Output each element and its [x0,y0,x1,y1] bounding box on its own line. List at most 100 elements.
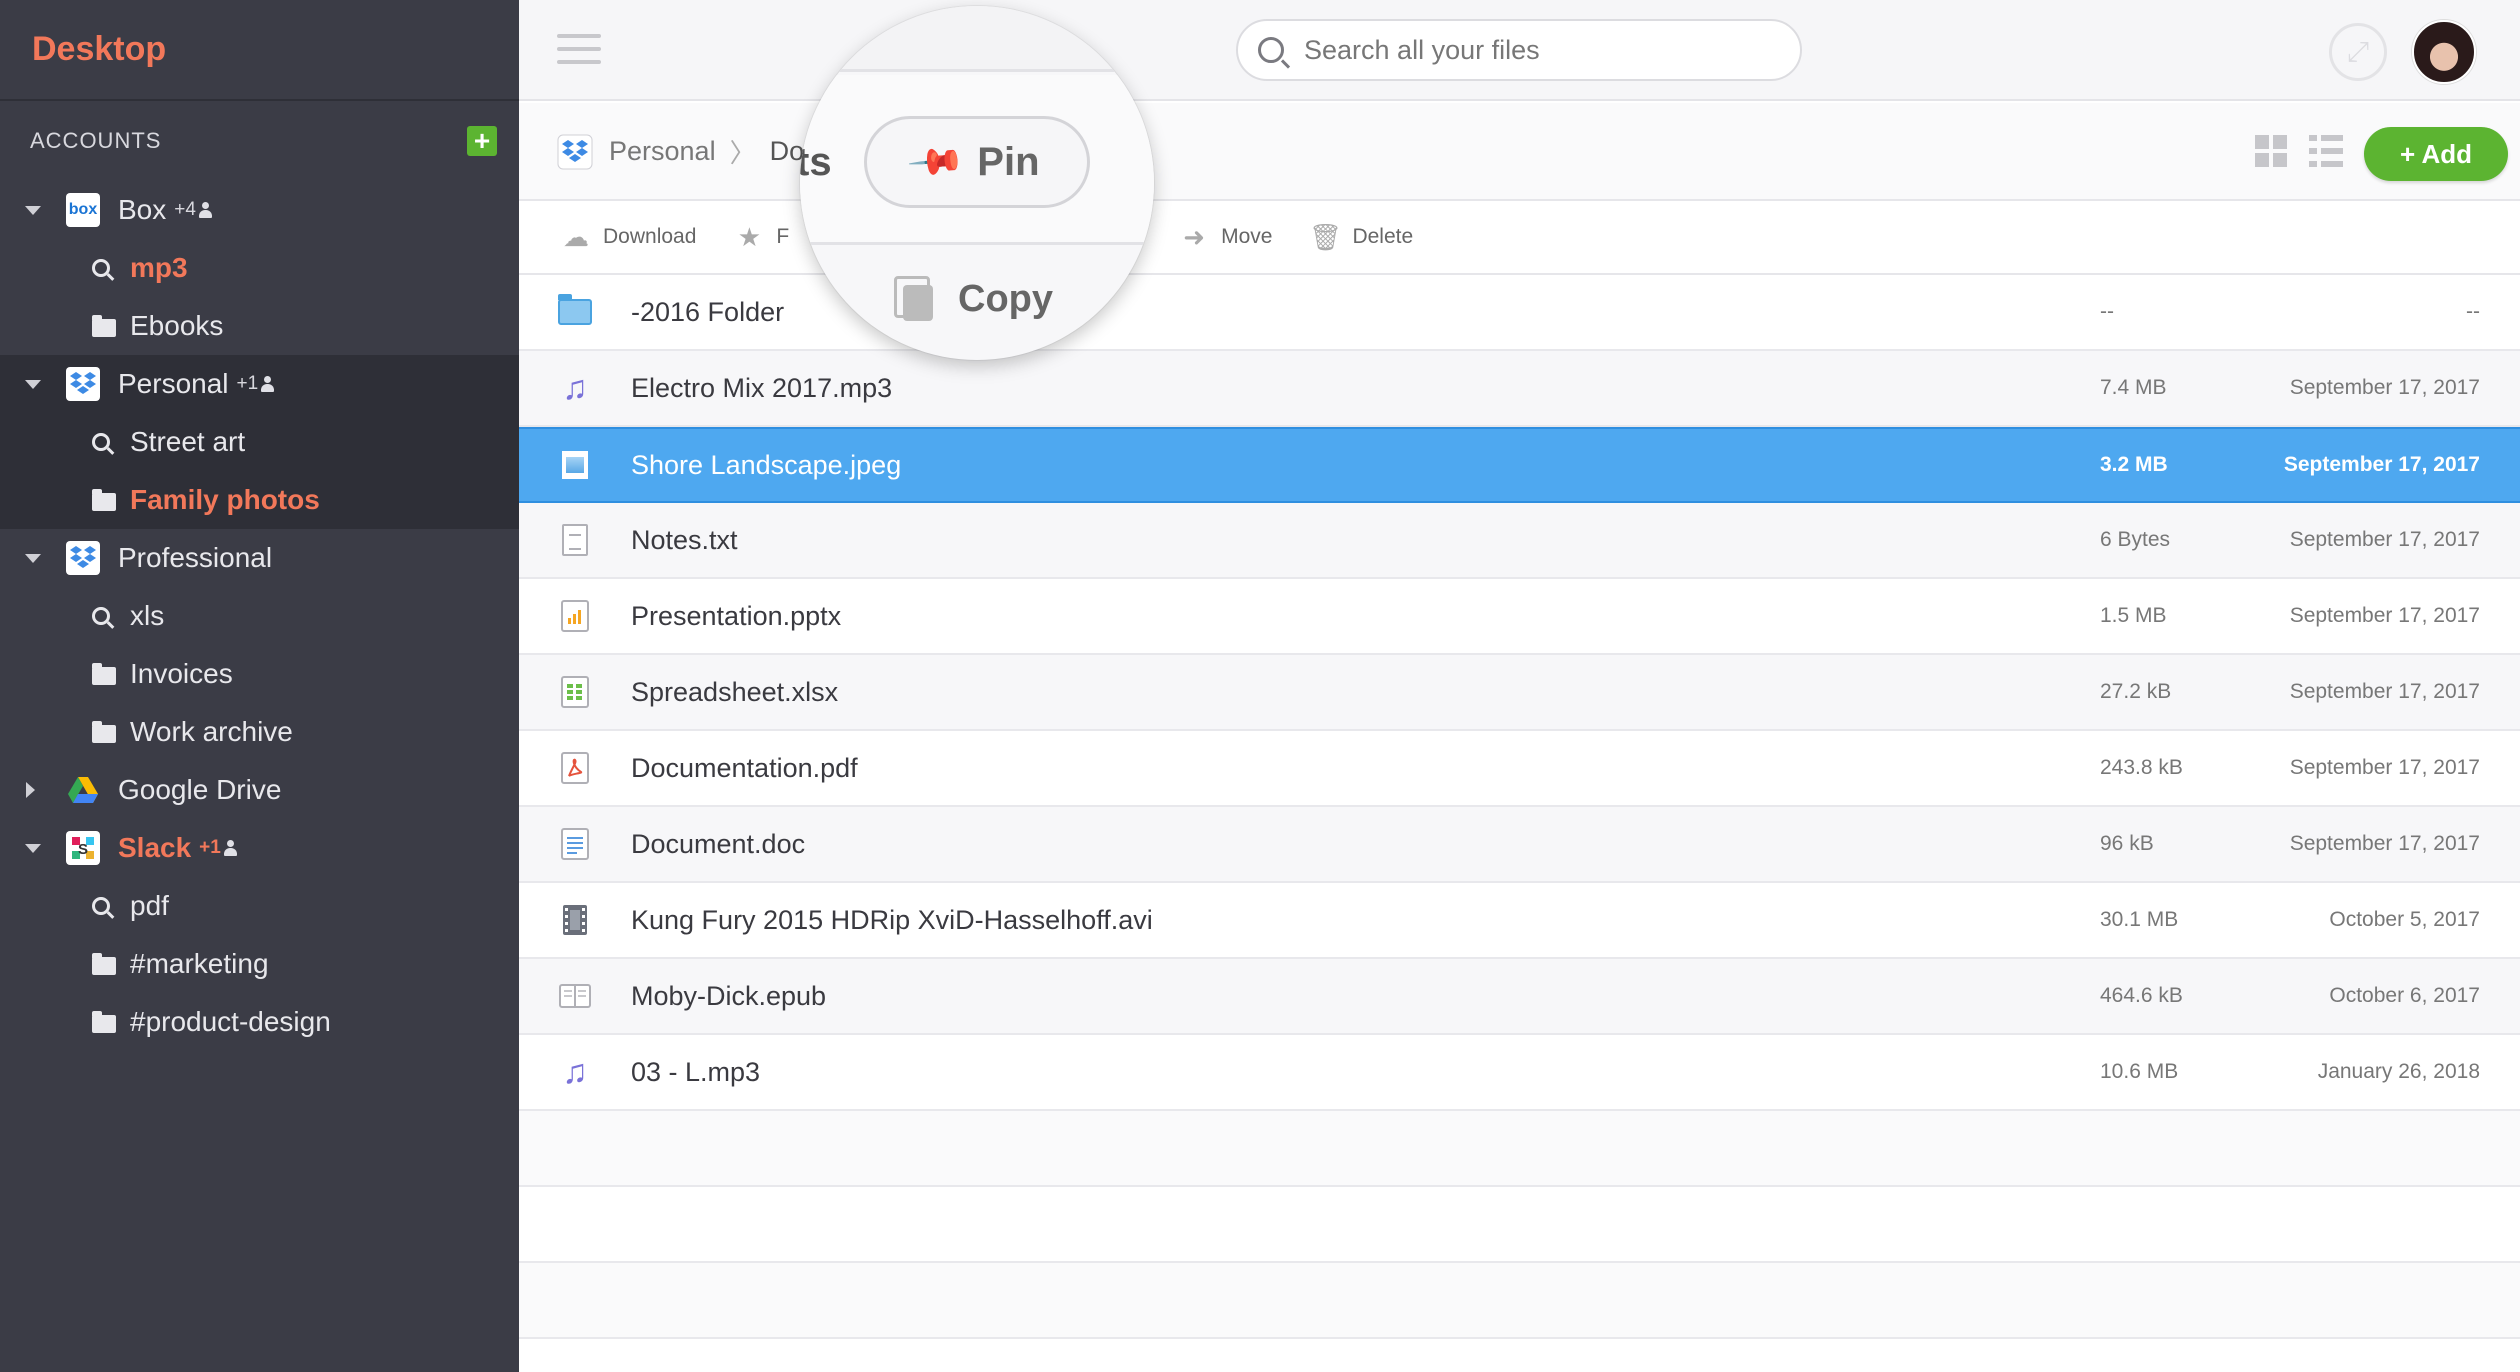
action-label: Delete [1352,225,1414,248]
search-icon [1258,37,1284,63]
video-icon [563,905,587,935]
search-icon [92,259,110,277]
list-view-icon[interactable] [2309,135,2343,167]
magnifier-overlay: ts 📌 Pin Copy [800,6,1154,360]
shared-badge: +4 [174,199,212,221]
search-icon [92,897,110,915]
table-row[interactable]: Documentation.pdf 243.8 kB September 17,… [519,731,2520,807]
table-row[interactable]: Presentation.pptx 1.5 MB September 17, 2… [519,579,2520,655]
file-date: -- [2466,300,2480,323]
magnified-copy-button[interactable]: Copy [894,276,1053,322]
person-icon [223,840,237,856]
table-row[interactable]: Kung Fury 2015 HDRip XviD-Hasselhoff.avi… [519,883,2520,959]
file-size: 10.6 MB [2100,1060,2179,1083]
favorite-button[interactable]: ★ F [734,222,790,252]
account-professional[interactable]: Professional [0,529,519,587]
cloud-download-icon: ☁ [563,221,589,252]
folder-icon [92,315,116,337]
table-row[interactable]: Document.doc 96 kB September 17, 2017 [519,807,2520,883]
copy-icon [894,276,936,322]
action-label: Download [603,225,697,248]
caret-right-icon[interactable] [0,782,66,798]
brand-title[interactable]: Desktop [0,0,519,101]
sidebar-item-label: mp3 [130,252,188,283]
file-date: October 6, 2017 [2329,984,2480,1007]
file-size: 96 kB [2100,832,2154,855]
delete-button[interactable]: 🗑 Delete [1309,222,1414,252]
empty-row [519,1263,2520,1339]
saved-search-xls[interactable]: xls [0,587,519,645]
menu-icon[interactable] [557,34,601,64]
file-size: 30.1 MB [2100,908,2179,931]
caret-down-icon[interactable] [0,553,66,563]
file-date: September 17, 2017 [2289,680,2480,703]
sidebar-item-label: Ebooks [130,310,224,341]
table-row[interactable]: Notes.txt 6 Bytes September 17, 2017 [519,503,2520,579]
file-date: September 17, 2017 [2283,453,2480,476]
folder-ebooks[interactable]: Ebooks [0,297,519,355]
search-icon [92,607,110,625]
action-label: F [776,225,790,248]
file-name: Shore Landscape.jpeg [631,449,902,480]
empty-row [519,1339,2520,1372]
table-row[interactable]: -2016 Folder -- -- [519,275,2520,351]
search-box[interactable] [1236,19,1802,81]
sidebar: Desktop ACCOUNTS + box Box +4 mp3 Ebooks… [0,0,519,1372]
breadcrumb-root[interactable]: Personal [609,136,716,167]
dropbox-icon [66,541,100,575]
chevron-right-icon: 〉 [729,138,756,168]
table-row[interactable]: ♫ Electro Mix 2017.mp3 7.4 MB September … [519,351,2520,427]
music-icon: ♫ [562,1053,588,1091]
folder-family-photos[interactable]: Family photos [0,471,519,529]
file-name: Moby-Dick.epub [631,980,827,1011]
saved-search-pdf[interactable]: pdf [0,877,519,935]
folder-icon [92,489,116,511]
text-file-icon [562,524,588,556]
caret-down-icon[interactable] [0,379,66,389]
table-row[interactable]: Moby-Dick.epub 464.6 kB October 6, 2017 [519,959,2520,1035]
account-slack[interactable]: S Slack +1 [0,819,519,877]
add-button[interactable]: + Add [2364,127,2508,181]
download-button[interactable]: ☁ Download [561,221,697,252]
file-date: October 5, 2017 [2329,908,2480,931]
saved-search-street-art[interactable]: Street art [0,413,519,471]
file-date: September 17, 2017 [2289,604,2480,627]
file-size: 464.6 kB [2100,984,2183,1007]
dropbox-icon [66,367,100,401]
account-box[interactable]: box Box +4 [0,181,519,239]
account-personal[interactable]: Personal +1 [0,355,519,413]
avatar[interactable] [2412,20,2476,84]
account-google-drive[interactable]: Google Drive [0,761,519,819]
account-name: Google Drive [118,774,282,805]
caret-down-icon[interactable] [0,205,66,215]
sidebar-item-label: Family photos [130,484,320,515]
expand-icon[interactable]: ⤢ [2329,23,2387,81]
move-arrow-icon: ➜ [1183,221,1205,252]
folder-marketing[interactable]: #marketing [0,935,519,993]
box-icon: box [66,193,100,227]
pin-button[interactable]: 📌 Pin [864,116,1090,208]
grid-view-icon[interactable] [2255,135,2287,167]
file-date: September 17, 2017 [2289,756,2480,779]
shared-badge: +1 [237,373,275,395]
file-name: Document.doc [631,828,806,859]
saved-search-mp3[interactable]: mp3 [0,239,519,297]
folder-invoices[interactable]: Invoices [0,645,519,703]
folder-work-archive[interactable]: Work archive [0,703,519,761]
caret-down-icon[interactable] [0,843,66,853]
sidebar-item-label: #marketing [130,948,269,979]
file-name: Notes.txt [631,524,738,555]
file-name: Spreadsheet.xlsx [631,676,839,707]
table-row[interactable]: ♫ 03 - L.mp3 10.6 MB January 26, 2018 [519,1035,2520,1111]
add-account-button[interactable]: + [467,126,497,156]
table-row[interactable]: Spreadsheet.xlsx 27.2 kB September 17, 2… [519,655,2520,731]
person-icon [198,202,212,218]
table-row[interactable]: Shore Landscape.jpeg 3.2 MB September 17… [519,427,2520,503]
folder-product-design[interactable]: #product-design [0,993,519,1051]
search-input[interactable] [1304,34,1784,66]
move-button[interactable]: ➜ Move [1179,221,1272,252]
file-size: 7.4 MB [2100,376,2167,399]
sidebar-item-label: xls [130,600,165,631]
slack-icon: S [66,831,100,865]
magnified-breadcrumb-text: ts [800,140,832,184]
